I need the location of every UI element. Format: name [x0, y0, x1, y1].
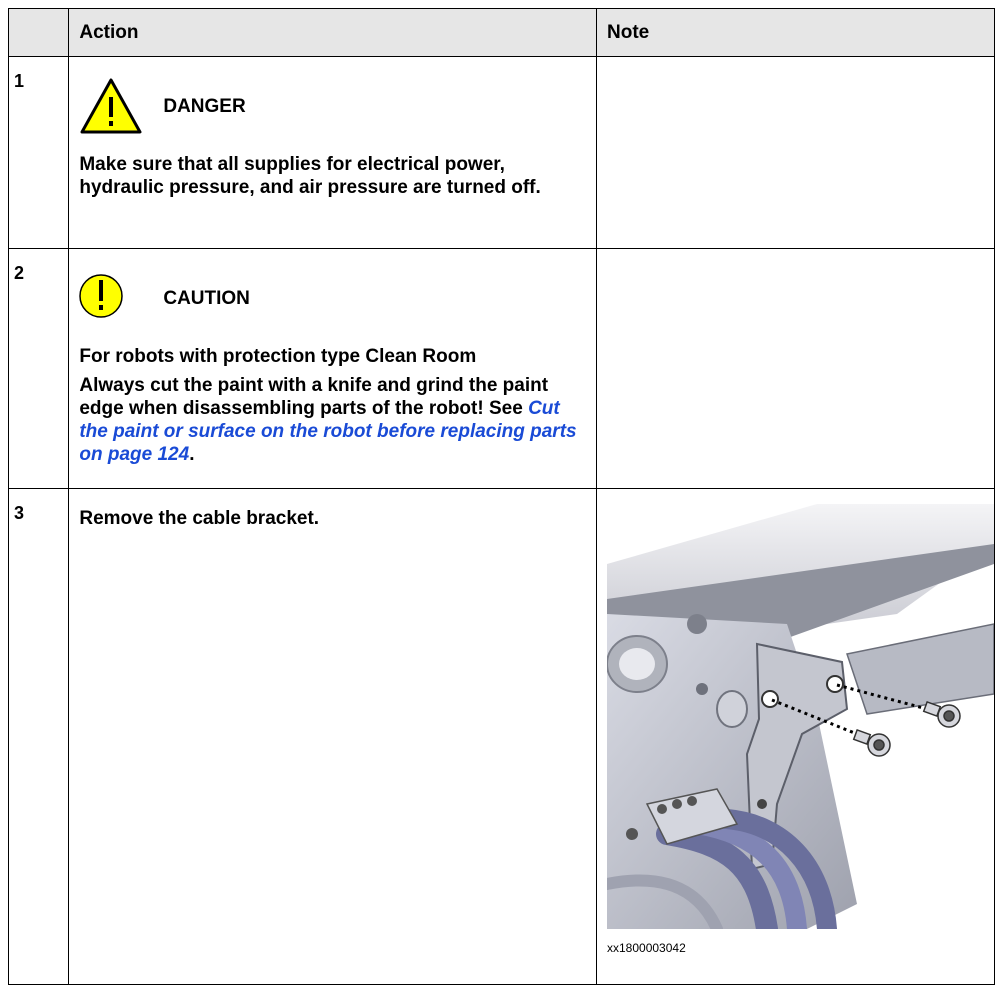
header-action: Action: [68, 8, 597, 57]
caution-sign: CAUTION: [79, 267, 584, 329]
table-row: 2 CAUTION For robots with protection typ…: [7, 248, 995, 489]
action-text: Remove the cable bracket.: [79, 508, 320, 529]
sign-label: CAUTION: [163, 287, 250, 309]
action-text: Make sure that all supplies for electric…: [79, 154, 541, 198]
note-cell: xx1800003042: [596, 488, 995, 985]
header-note: Note: [596, 8, 995, 57]
table-row: 3 Remove the cable bracket. xx1800003042: [7, 488, 995, 985]
step-number: 2: [14, 263, 25, 283]
danger-sign: DANGER: [79, 75, 584, 137]
sign-label: DANGER: [163, 95, 246, 117]
step-number: 3: [14, 503, 25, 523]
subheading: For robots with protection type Clean Ro…: [79, 346, 477, 367]
table-row: 1 DANGER Make sure that all supplies for…: [7, 56, 995, 249]
action-text: Always cut the paint with a knife and gr…: [79, 375, 577, 465]
step-number: 1: [14, 71, 25, 91]
note-cell: [596, 56, 995, 249]
header-step: [7, 8, 70, 57]
table-header-row: Action Note: [7, 8, 995, 57]
caution-circle-icon: [79, 274, 124, 318]
danger-triangle-icon: [80, 78, 142, 134]
figure-caption: xx1800003042: [607, 941, 686, 955]
cable-bracket-illustration: [607, 504, 994, 929]
procedure-table: Action Note 1 DANGER Make sure that all …: [7, 8, 995, 985]
note-cell: [596, 248, 995, 489]
